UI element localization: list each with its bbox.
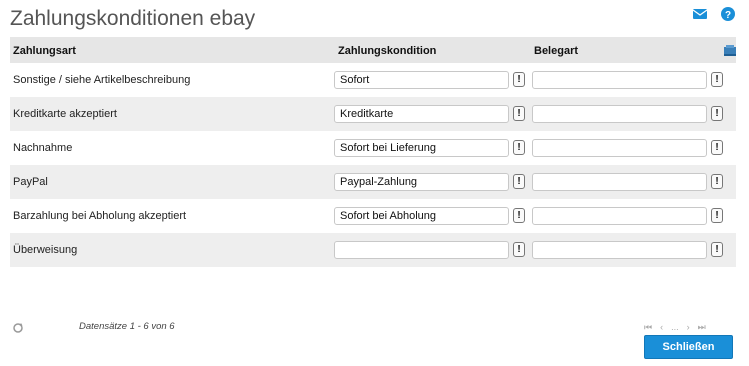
table-row: Kreditkarte akzeptiert ! ! [10, 97, 736, 131]
zahlungskondition-input[interactable] [334, 207, 509, 225]
belegart-lookup-button[interactable]: ! [711, 106, 723, 121]
belegart-lookup-button[interactable]: ! [711, 208, 723, 223]
zahlungskondition-lookup-button[interactable]: ! [513, 72, 525, 87]
belegart-input[interactable] [532, 71, 707, 89]
zahlungskondition-lookup-button[interactable]: ! [513, 208, 525, 223]
first-page-icon[interactable]: ⏮ [644, 322, 652, 333]
top-icons: ? [692, 7, 735, 21]
zahlungsart-cell: PayPal [13, 176, 48, 188]
table-row: Überweisung ! ! [10, 233, 736, 267]
next-page-icon[interactable]: › [687, 322, 690, 333]
record-count: Datensätze 1 - 6 von 6 [79, 321, 175, 332]
page-title: Zahlungskonditionen ebay [10, 7, 256, 30]
zahlungsart-cell: Sonstige / siehe Artikelbeschreibung [13, 74, 191, 86]
help-icon[interactable]: ? [721, 7, 735, 21]
zahlungskondition-input[interactable] [334, 139, 509, 157]
zahlungskondition-lookup-button[interactable]: ! [513, 174, 525, 189]
zahlungsart-cell: Kreditkarte akzeptiert [13, 108, 117, 120]
payment-conditions-table: Zahlungsart Zahlungskondition Belegart S… [10, 37, 736, 267]
column-header-zahlungsart[interactable]: Zahlungsart [13, 45, 76, 57]
table-row: Nachnahme ! ! [10, 131, 736, 165]
belegart-input[interactable] [532, 139, 707, 157]
table-row: Barzahlung bei Abholung akzeptiert ! ! [10, 199, 736, 233]
column-header-zahlungskondition[interactable]: Zahlungskondition [338, 45, 436, 57]
table-header: Zahlungsart Zahlungskondition Belegart [10, 37, 736, 63]
belegart-lookup-button[interactable]: ! [711, 72, 723, 87]
belegart-lookup-button[interactable]: ! [711, 242, 723, 257]
svg-text:?: ? [725, 10, 731, 21]
zahlungsart-cell: Überweisung [13, 244, 78, 256]
zahlungskondition-input[interactable] [334, 105, 509, 123]
table-row: Sonstige / siehe Artikelbeschreibung ! ! [10, 63, 736, 97]
table-row: PayPal ! ! [10, 165, 736, 199]
belegart-input[interactable] [532, 105, 707, 123]
footer: Datensätze 1 - 6 von 6 ⏮ ‹ ... › ⏭ Schli… [0, 316, 749, 366]
belegart-input[interactable] [532, 207, 707, 225]
zahlungsart-cell: Barzahlung bei Abholung akzeptiert [13, 210, 187, 222]
last-page-icon[interactable]: ⏭ [698, 322, 706, 333]
column-settings-icon[interactable] [724, 44, 736, 56]
zahlungskondition-lookup-button[interactable]: ! [513, 242, 525, 257]
close-button[interactable]: Schließen [644, 335, 733, 359]
prev-page-icon[interactable]: ‹ [660, 322, 663, 333]
mail-icon[interactable] [692, 7, 708, 21]
refresh-icon[interactable] [12, 321, 24, 333]
belegart-lookup-button[interactable]: ! [711, 140, 723, 155]
zahlungsart-cell: Nachnahme [13, 142, 73, 154]
belegart-input[interactable] [532, 241, 707, 259]
belegart-lookup-button[interactable]: ! [711, 174, 723, 189]
column-header-belegart[interactable]: Belegart [534, 45, 578, 57]
zahlungskondition-input[interactable] [334, 71, 509, 89]
zahlungskondition-input[interactable] [334, 241, 509, 259]
zahlungskondition-input[interactable] [334, 173, 509, 191]
belegart-input[interactable] [532, 173, 707, 191]
pager-ellipsis: ... [671, 322, 679, 332]
pagination: ⏮ ‹ ... › ⏭ [644, 322, 706, 333]
zahlungskondition-lookup-button[interactable]: ! [513, 106, 525, 121]
zahlungskondition-lookup-button[interactable]: ! [513, 140, 525, 155]
